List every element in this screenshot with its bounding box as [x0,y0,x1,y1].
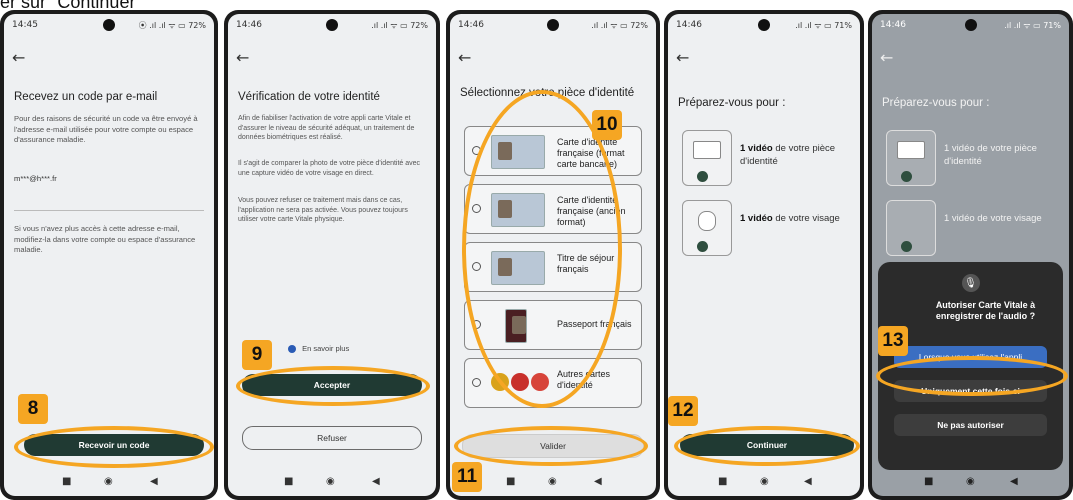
screen-identity-verification: 14:46 .ıl .ıl ᯤ ▭ 72% ← Vérification de … [228,14,436,496]
back-arrow-icon[interactable]: ← [12,48,25,67]
nav-back-icon[interactable]: ◀ [372,476,380,487]
masked-email: m***@h***.fr [14,174,57,183]
recents-icon[interactable]: ■ [506,476,515,487]
status-time: 14:46 [236,20,262,30]
camera-notch [326,19,338,31]
nav-back-icon[interactable]: ◀ [594,476,602,487]
id-video-illustration [886,130,936,186]
status-icons: .ıl .ıl ᯤ ▭ 72% [371,21,428,30]
nav-back-icon[interactable]: ◀ [804,476,812,487]
android-navbar: ■ ◉ ◀ [872,468,1069,496]
highlight-ring [674,426,860,466]
nav-back-icon[interactable]: ◀ [150,476,158,487]
face-video-illustration [682,200,732,256]
step-badge: 8 [18,394,48,424]
highlight-ring [876,356,1068,396]
phone-screen-2: 14:46 .ıl .ıl ᯤ ▭ 72% ← Vérification de … [224,10,440,500]
radio-button[interactable] [472,378,481,387]
android-navbar: ■ ◉ ◀ [668,468,860,496]
phone-screen-4: 14:46 .ıl .ıl ᯤ ▭ 71% ← Préparez-vous po… [664,10,864,500]
home-icon[interactable]: ◉ [548,476,557,487]
page-title: Recevez un code par e-mail [14,91,158,103]
status-time: 14:46 [676,20,702,30]
android-navbar: ■ ◉ ◀ [4,468,214,496]
status-bar: 14:46 .ıl .ıl ᯤ ▭ 71% [872,14,1069,36]
video-item-label: 1 vidéo de votre pièce d'identité [740,143,836,167]
highlight-ring [14,426,214,468]
status-bar: 14:46 .ıl .ıl ᯤ ▭ 71% [668,14,860,36]
camera-notch [103,19,115,31]
step-badge: 12 [668,396,698,426]
microphone-icon: 🎙 [961,274,980,292]
highlight-ring [236,366,430,406]
back-arrow-icon[interactable]: ← [236,48,249,67]
video-item-label: 1 vidéo de votre visage [740,213,840,224]
status-time: 14:46 [458,20,484,30]
face-video-illustration [886,200,936,256]
recents-icon[interactable]: ■ [62,476,71,487]
status-icons: .ıl .ıl ᯤ ▭ 71% [1004,21,1061,30]
home-icon[interactable]: ◉ [966,476,975,487]
intro-text: Pour des raisons de sécurité un code va … [14,114,198,144]
status-icons: ⦿ .ıl .ıl ᯤ ▭ 72% [138,21,206,30]
nav-back-icon[interactable]: ◀ [1010,476,1018,487]
step-badge: 9 [242,340,272,370]
play-icon [697,241,708,252]
status-icons: .ıl .ıl ᯤ ▭ 72% [591,21,648,30]
play-icon [901,241,912,252]
paragraph-3: Vous pouvez refuser ce traitement mais d… [238,197,408,223]
recents-icon[interactable]: ■ [284,476,293,487]
paragraph-1: Afin de fiabiliser l'activation de votre… [238,115,415,141]
status-bar: 14:45 ⦿ .ıl .ıl ᯤ ▭ 72% [4,14,214,36]
video-item-face: 1 vidéo de votre visage [882,200,1063,258]
android-navbar: ■ ◉ ◀ [228,468,436,496]
step-badge: 13 [878,326,908,356]
play-icon [901,171,912,182]
phone-screen-3: 14:46 .ıl .ıl ᯤ ▭ 72% ← Sélectionnez vot… [446,10,660,500]
screen-audio-permission: 14:46 .ıl .ıl ᯤ ▭ 71% ← Préparez-vous po… [872,14,1069,496]
camera-notch [547,19,559,31]
video-item-face: 1 vidéo de votre visage [678,200,854,258]
video-item-label: 1 vidéo de votre pièce d'identité [944,143,1037,167]
recents-icon[interactable]: ■ [718,476,727,487]
id-video-illustration [682,130,732,186]
status-time: 14:46 [880,20,906,30]
video-item-label: 1 vidéo de votre visage [944,213,1042,224]
play-icon [697,171,708,182]
status-bar: 14:46 .ıl .ıl ᯤ ▭ 72% [450,14,656,36]
page-title: Préparez-vous pour : [882,97,990,109]
video-item-id: 1 vidéo de votre pièce d'identité [882,130,1063,188]
divider [14,210,204,211]
learn-more-label: En savoir plus [302,344,350,353]
back-arrow-icon[interactable]: ← [676,48,689,67]
step-badge: 10 [592,110,622,140]
home-icon[interactable]: ◉ [104,476,113,487]
status-bar: 14:46 .ıl .ıl ᯤ ▭ 72% [228,14,436,36]
video-item-id: 1 vidéo de votre pièce d'identité [678,130,854,188]
page-title: Vérification de votre identité [238,91,380,103]
home-icon[interactable]: ◉ [326,476,335,487]
status-icons: .ıl .ıl ᯤ ▭ 71% [795,21,852,30]
camera-notch [964,19,977,31]
highlight-ring [454,426,648,466]
back-arrow-icon[interactable]: ← [458,48,471,67]
back-arrow-icon[interactable]: ← [880,48,893,67]
status-time: 14:45 [12,20,38,30]
page-title: Préparez-vous pour : [678,97,786,109]
info-text: Si vous n'avez plus accès à cette adress… [14,224,196,254]
step-badge: 11 [452,462,482,492]
paragraph-2: Il s'agit de comparer la photo de votre … [238,160,421,177]
deny-button[interactable]: Ne pas autoriser [894,414,1047,436]
camera-notch [758,19,770,31]
refuse-button[interactable]: Refuser [242,426,422,450]
phone-screen-1: 14:45 ⦿ .ıl .ıl ᯤ ▭ 72% ← Recevez un cod… [0,10,218,500]
dialog-title: Autoriser Carte Vitale à enregistrer de … [935,300,1036,321]
learn-more-link[interactable]: En savoir plus [288,344,350,354]
recents-icon[interactable]: ■ [924,476,933,487]
info-icon [288,345,296,354]
phone-screen-5: 14:46 .ıl .ıl ᯤ ▭ 71% ← Préparez-vous po… [868,10,1073,500]
home-icon[interactable]: ◉ [760,476,769,487]
